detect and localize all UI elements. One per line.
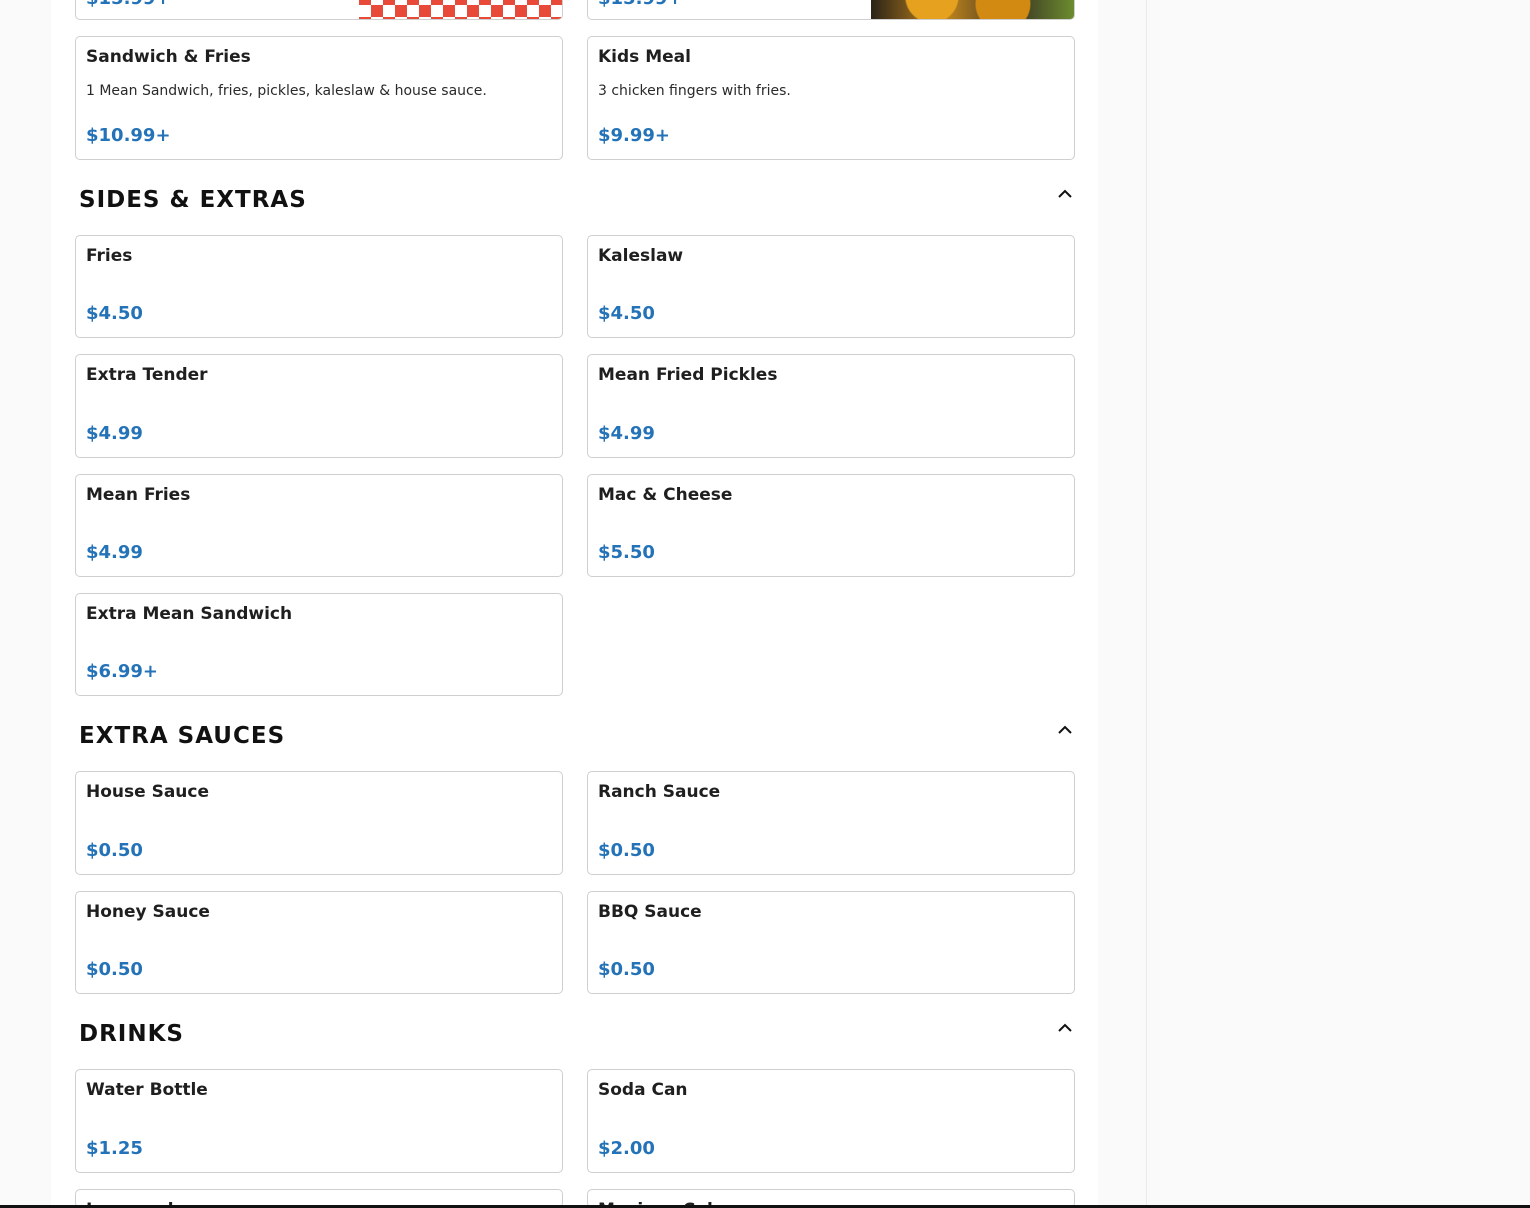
- item-price: $0.50: [598, 840, 655, 861]
- item-price: $1.25: [86, 1138, 143, 1159]
- item-name: Mac & Cheese: [598, 485, 733, 505]
- item-price: $5.50: [598, 542, 655, 563]
- item-price: $4.99: [86, 423, 143, 444]
- chevron-up-icon[interactable]: [1058, 189, 1072, 199]
- item-price: $15.99+: [86, 0, 171, 9]
- item-description: 3 chicken fingers with fries.: [598, 83, 791, 99]
- item-name: BBQ Sauce: [598, 902, 702, 922]
- menu-item-card[interactable]: Extra Mean Sandwich $6.99+: [75, 593, 563, 696]
- menu-item-card[interactable]: Kaleslaw $4.50: [587, 235, 1075, 338]
- item-name: Sandwich & Fries: [86, 47, 251, 67]
- item-name: Soda Can: [598, 1080, 688, 1100]
- menu-item-card[interactable]: Kids Meal 3 chicken fingers with fries. …: [587, 36, 1075, 160]
- menu-item-card[interactable]: Mac & Cheese $5.50: [587, 474, 1075, 577]
- section-title-drinks: DRINKS: [79, 1021, 184, 1047]
- item-price: $6.99+: [86, 661, 159, 682]
- menu-item-card[interactable]: $15.99+: [587, 0, 1075, 20]
- item-name: Mean Fried Pickles: [598, 365, 778, 385]
- item-price: $2.00: [598, 1138, 655, 1159]
- cart-panel: [1146, 0, 1530, 1208]
- item-name: Kaleslaw: [598, 246, 684, 266]
- item-name: Fries: [86, 246, 133, 266]
- item-description: 1 Mean Sandwich, fries, pickles, kalesla…: [86, 83, 487, 99]
- menu-item-card[interactable]: Fries $4.50: [75, 235, 563, 338]
- item-image: [871, 0, 1074, 19]
- section-title-sides: SIDES & EXTRAS: [79, 187, 307, 213]
- menu-item-card[interactable]: BBQ Sauce $0.50: [587, 891, 1075, 994]
- item-price: $10.99+: [86, 125, 171, 146]
- chevron-up-icon[interactable]: [1058, 725, 1072, 735]
- item-price: $0.50: [86, 840, 143, 861]
- menu-item-card[interactable]: Sandwich & Fries 1 Mean Sandwich, fries,…: [75, 36, 563, 160]
- item-price: $4.50: [86, 303, 143, 324]
- item-name: Water Bottle: [86, 1080, 208, 1100]
- item-price: $15.99+: [598, 0, 683, 9]
- menu-item-card[interactable]: Mean Fries $4.99: [75, 474, 563, 577]
- item-name: Honey Sauce: [86, 902, 210, 922]
- item-name: Extra Tender: [86, 365, 208, 385]
- item-price: $4.99: [598, 423, 655, 444]
- menu-item-card[interactable]: Ranch Sauce $0.50: [587, 771, 1075, 875]
- item-price: $0.50: [598, 959, 655, 980]
- item-name: Mean Fries: [86, 485, 191, 505]
- item-name: Extra Mean Sandwich: [86, 604, 293, 624]
- item-name: Ranch Sauce: [598, 782, 721, 802]
- chevron-up-icon[interactable]: [1058, 1023, 1072, 1033]
- item-price: $0.50: [86, 959, 143, 980]
- section-title-sauces: EXTRA SAUCES: [79, 723, 286, 749]
- item-image: [359, 0, 562, 19]
- item-name: Kids Meal: [598, 47, 691, 67]
- item-name: House Sauce: [86, 782, 210, 802]
- item-price: $4.99: [86, 542, 143, 563]
- menu-item-card[interactable]: Extra Tender $4.99: [75, 354, 563, 458]
- menu-item-card[interactable]: House Sauce $0.50: [75, 771, 563, 875]
- menu-item-card[interactable]: Honey Sauce $0.50: [75, 891, 563, 994]
- menu-item-card[interactable]: Soda Can $2.00: [587, 1069, 1075, 1173]
- menu-item-card[interactable]: Water Bottle $1.25: [75, 1069, 563, 1173]
- menu-item-card[interactable]: Mean Fried Pickles $4.99: [587, 354, 1075, 458]
- menu-item-card[interactable]: $15.99+: [75, 0, 563, 20]
- item-price: $9.99+: [598, 125, 671, 146]
- item-price: $4.50: [598, 303, 655, 324]
